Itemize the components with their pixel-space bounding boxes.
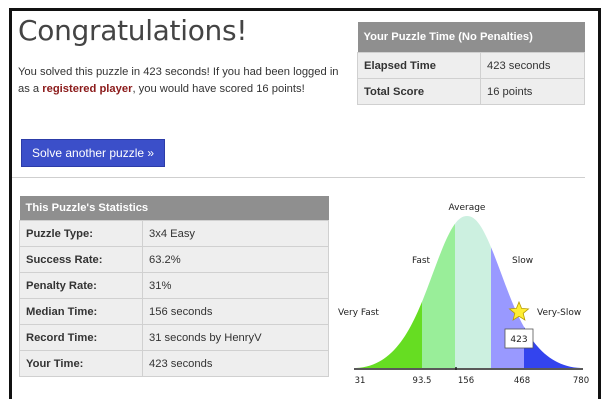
your-time-marker-value: 423 xyxy=(510,335,527,345)
table-row: Elapsed Time 423 seconds xyxy=(357,52,585,79)
total-score-value: 16 points xyxy=(480,78,585,105)
tick-label: 780 xyxy=(573,376,589,386)
success-rate-label: Success Rate: xyxy=(19,246,143,273)
table-row: Your Time: 423 seconds xyxy=(19,350,329,377)
statistics-header: This Puzzle's Statistics xyxy=(19,196,329,221)
fast-label: Fast xyxy=(412,256,431,266)
penalty-rate-label: Penalty Rate: xyxy=(19,272,143,299)
elapsed-time-value: 423 seconds xyxy=(480,52,585,79)
tick-label: 31 xyxy=(355,376,366,386)
puzzle-type-value: 3x4 Easy xyxy=(142,220,329,247)
puzzle-type-label: Puzzle Type: xyxy=(19,220,143,247)
record-time-value: 31 seconds by HenryV xyxy=(142,324,329,351)
table-row: Record Time: 31 seconds by HenryV xyxy=(19,324,329,351)
tick-label: 468 xyxy=(514,376,530,386)
puzzle-time-table: Your Puzzle Time (No Penalties) Elapsed … xyxy=(357,22,585,105)
puzzle-statistics-table: This Puzzle's Statistics Puzzle Type: 3x… xyxy=(19,196,329,377)
table-row: Success Rate: 63.2% xyxy=(19,246,329,273)
time-distribution-curve: Average Fast Slow Very Fast Very-Slow 42… xyxy=(338,203,589,386)
page-title: Congratulations! xyxy=(18,14,248,47)
penalty-rate-value: 31% xyxy=(142,272,329,299)
success-rate-value: 63.2% xyxy=(142,246,329,273)
very-slow-band xyxy=(524,216,581,368)
time-table-header: Your Puzzle Time (No Penalties) xyxy=(357,22,585,53)
median-time-value: 156 seconds xyxy=(142,298,329,325)
record-time-label: Record Time: xyxy=(19,324,143,351)
median-time-label: Median Time: xyxy=(19,298,143,325)
very-fast-band xyxy=(356,216,422,368)
result-message: You solved this puzzle in 423 seconds! I… xyxy=(18,64,348,98)
message-text-2: , you would have scored 16 points! xyxy=(132,83,305,95)
fast-band xyxy=(422,216,455,368)
very-slow-label: Very-Slow xyxy=(537,308,581,318)
tick-label: 93.5 xyxy=(413,376,432,386)
divider xyxy=(12,177,585,178)
tick-label: 156 xyxy=(458,376,474,386)
table-row: Total Score 16 points xyxy=(357,78,585,105)
table-row: Puzzle Type: 3x4 Easy xyxy=(19,220,329,247)
average-label: Average xyxy=(449,203,486,213)
total-score-label: Total Score xyxy=(357,78,481,105)
your-time-value: 423 seconds xyxy=(142,350,329,377)
registered-player-link[interactable]: registered player xyxy=(42,83,132,95)
very-fast-label: Very Fast xyxy=(338,308,379,318)
table-row: Median Time: 156 seconds xyxy=(19,298,329,325)
slow-label: Slow xyxy=(512,256,533,266)
table-row: Penalty Rate: 31% xyxy=(19,272,329,299)
elapsed-time-label: Elapsed Time xyxy=(357,52,481,79)
slow-band xyxy=(491,216,524,368)
average-band xyxy=(455,216,491,368)
solve-another-puzzle-button[interactable]: Solve another puzzle » xyxy=(21,139,166,167)
your-time-label: Your Time: xyxy=(19,350,143,377)
